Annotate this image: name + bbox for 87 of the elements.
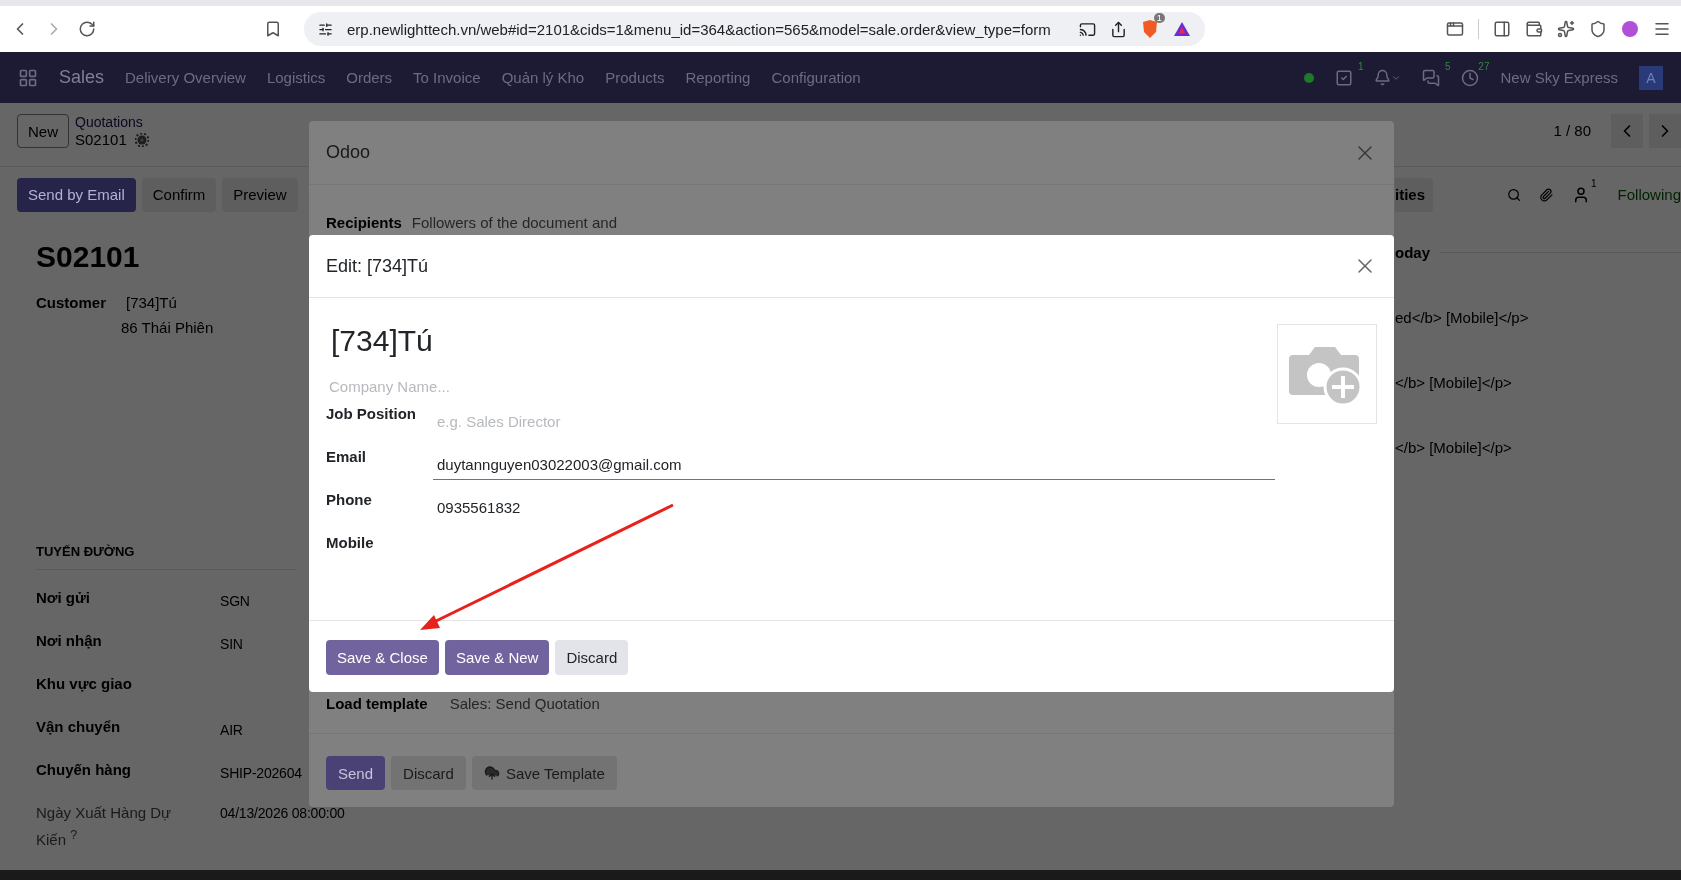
status-dot: [1304, 72, 1315, 83]
following-button[interactable]: Following: [1617, 186, 1681, 203]
menu-item[interactable]: Reporting: [685, 69, 751, 86]
clock-icon[interactable]: [1461, 68, 1480, 87]
address-bar[interactable]: erp.newlighttech.vn/web#id=2101&cids=1&menu_id=364&action=565&model=sale.order&view_type=form 1: [304, 12, 1205, 46]
field-label: Customer: [36, 294, 107, 313]
menu-item[interactable]: To Invoice: [413, 69, 481, 86]
field-value: SIN: [220, 635, 243, 654]
count-label: 5: [1444, 60, 1451, 72]
menu-item[interactable]: Quản lý Kho: [501, 69, 585, 86]
menu-item[interactable]: Logistics: [266, 69, 326, 86]
message-text: </b> [Mobile]</p>: [1395, 439, 1513, 456]
activities-button[interactable]: ities: [1395, 177, 1433, 212]
field-label: Email: [326, 447, 368, 467]
field-value: AIR: [220, 721, 243, 740]
message-text: </b> [Mobile]</p>: [1395, 374, 1513, 391]
field-label: Khu vực giao: [36, 674, 133, 694]
field-label: Phone: [326, 490, 373, 510]
field-label: Job Position: [326, 404, 417, 424]
menu-icon[interactable]: [1653, 20, 1671, 38]
customer-address: 86 Thái Phiên: [121, 319, 214, 336]
dialog-button[interactable]: Discard: [391, 756, 466, 790]
dialog-button[interactable]: Send: [326, 756, 386, 790]
site-settings-icon[interactable]: [318, 21, 333, 37]
menu-item[interactable]: Products: [605, 69, 665, 86]
apps-menu-icon[interactable]: [18, 67, 38, 88]
activity-icon[interactable]: [1335, 68, 1354, 87]
share-icon[interactable]: [1109, 20, 1127, 38]
field-label: Chuyến hàng: [36, 760, 132, 780]
chat-icon[interactable]: [1422, 68, 1441, 87]
shield-icon[interactable]: [1140, 19, 1159, 39]
shield-outline-icon[interactable]: [1589, 20, 1607, 38]
triangle-icon[interactable]: [1172, 21, 1191, 37]
url-text: erp.newlighttech.vn/web#id=2101&cids=1&menu_id=364&action=565&model=sale.order&view_type=form: [347, 20, 1051, 38]
field-label: Recipients: [326, 214, 402, 233]
field-value: 04/13/2026 08:00:00: [220, 804, 345, 823]
dialog-button[interactable]: Save & Close: [326, 640, 439, 675]
customer-name[interactable]: [734]Tú: [126, 294, 214, 311]
contact-name[interactable]: [734]Tú: [326, 324, 1275, 358]
count-label: 27: [1478, 60, 1490, 72]
follower-count: 1: [1591, 177, 1597, 189]
field-value: SHIP-202604: [220, 764, 302, 783]
reload-icon[interactable]: [78, 20, 96, 38]
company-name[interactable]: New Sky Express: [1500, 69, 1618, 86]
menu-item[interactable]: Delivery Overview: [125, 69, 246, 86]
new-button[interactable]: New: [17, 114, 69, 148]
date-separator: oday: [1395, 244, 1430, 261]
field-label: Ngày Xuất Hàng Dự Kiến $^{?}$: [36, 803, 173, 850]
field-label: Vận chuyển: [36, 717, 122, 737]
dialog-button[interactable]: Save Template: [471, 756, 617, 790]
field-label: Mobile: [326, 533, 375, 553]
dialog-title: Odoo: [326, 142, 371, 163]
record-name: S02101: [75, 131, 127, 148]
user-avatar[interactable]: A: [1639, 65, 1663, 90]
bookmark-icon[interactable]: [264, 20, 282, 38]
field-value: Followers of the document and: [411, 214, 617, 233]
field-value[interactable]: Sales: Send Quotation: [449, 695, 600, 733]
count-label: 1: [1357, 60, 1364, 72]
field-value: SGN: [220, 592, 250, 611]
gear-icon[interactable]: [134, 132, 149, 147]
wallet-icon[interactable]: [1525, 20, 1543, 38]
section-heading: TUYẾN ĐƯỜNG: [36, 544, 296, 570]
dialog-button[interactable]: Save & New: [444, 640, 550, 675]
sparkle-icon[interactable]: [1557, 20, 1575, 38]
breadcrumb-link[interactable]: Quotations: [75, 114, 149, 131]
profile-icon[interactable]: [1621, 20, 1639, 38]
cloud-upload-icon: [483, 765, 500, 781]
bell-icon[interactable]: [1374, 69, 1392, 86]
dialog-title: Edit: [734]Tú: [326, 255, 429, 277]
window-icon[interactable]: [1446, 20, 1464, 38]
field-label: Load template: [326, 695, 428, 714]
menu-item[interactable]: Configuration: [771, 69, 861, 86]
notification-badge: 1: [1153, 13, 1165, 23]
message-text: ed</b> [Mobile]</p>: [1395, 309, 1530, 326]
action-button[interactable]: Preview: [222, 177, 298, 212]
field-label: Nơi gửi: [36, 588, 92, 608]
menu-item[interactable]: Orders: [346, 69, 393, 86]
pager-text: 1 / 80: [1553, 122, 1591, 139]
paperclip-icon[interactable]: [1539, 185, 1554, 204]
action-button[interactable]: Send by Email: [17, 177, 136, 212]
app-name[interactable]: Sales: [59, 67, 105, 88]
dialog-button[interactable]: Discard: [555, 640, 629, 675]
sidebar-icon[interactable]: [1493, 20, 1511, 38]
field-label: Nơi nhận: [36, 631, 103, 651]
record-title: S02101: [36, 240, 140, 274]
cast-icon[interactable]: [1078, 20, 1096, 38]
action-button[interactable]: Confirm: [141, 177, 217, 212]
